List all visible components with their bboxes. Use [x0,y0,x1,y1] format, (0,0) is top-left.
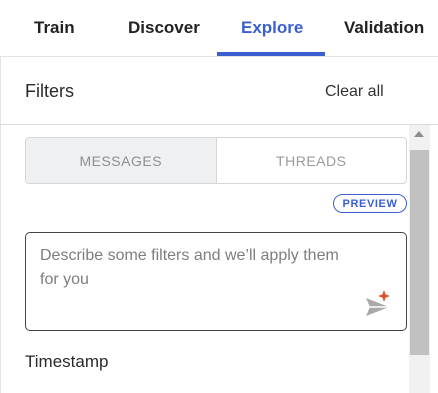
active-tab-indicator [217,52,325,56]
tab-validation[interactable]: Validation [344,18,424,38]
source-toggle: MESSAGES THREADS [25,137,407,184]
send-sparkle-icon[interactable] [364,289,394,319]
filter-prompt-placeholder[interactable]: Describe some filters and we’ll apply th… [40,244,360,292]
filter-prompt-input[interactable]: Describe some filters and we’ll apply th… [25,232,407,331]
tab-explore[interactable]: Explore [241,18,303,38]
tab-bar: Train Discover Explore Validation [0,0,438,57]
messages-toggle-button[interactable]: MESSAGES [26,138,217,183]
threads-toggle-button[interactable]: THREADS [217,138,407,183]
clear-all-button[interactable]: Clear all [325,83,384,101]
tab-discover[interactable]: Discover [128,18,200,38]
scrollbar-thumb[interactable] [410,150,429,355]
filters-title: Filters [25,81,74,101]
scroll-up-arrow-icon[interactable] [414,131,424,137]
tab-train[interactable]: Train [34,18,75,38]
timestamp-section-label: Timestamp [25,352,109,371]
filters-header: Filters Clear all [0,57,438,125]
preview-badge: PREVIEW [333,194,407,213]
